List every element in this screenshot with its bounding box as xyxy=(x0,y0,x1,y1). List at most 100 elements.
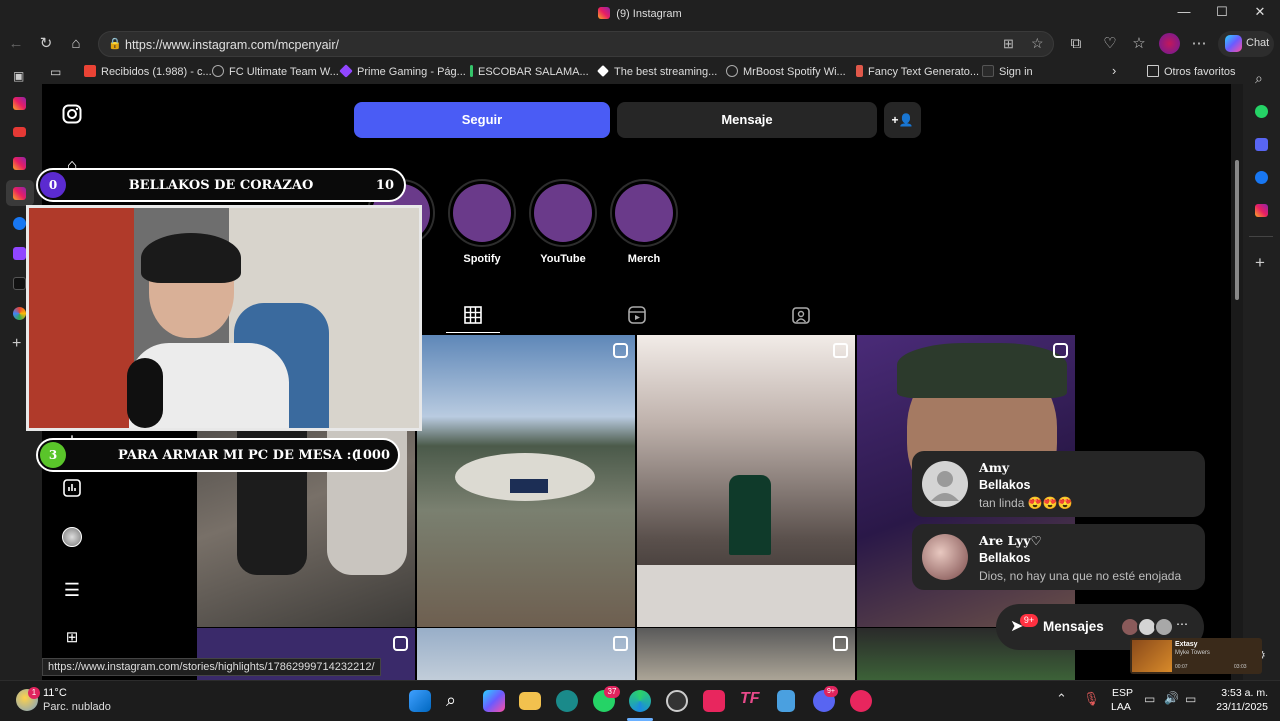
site-info-icon[interactable]: 🔒 xyxy=(108,37,122,50)
battery-icon[interactable]: ▭ xyxy=(1185,692,1196,706)
tab-facebook-icon[interactable] xyxy=(13,217,26,230)
tab-instagram-active-icon[interactable] xyxy=(13,187,26,200)
copilot-icon xyxy=(1225,35,1242,52)
tf-app-icon[interactable]: TF xyxy=(740,690,760,708)
bookmark-item[interactable]: Fancy Text Generato... xyxy=(856,65,979,78)
globe-icon xyxy=(726,65,738,77)
nav-apps-grid-icon[interactable]: ⊞ xyxy=(61,627,83,649)
bookmark-item[interactable]: MrBoost Spotify Wi... xyxy=(726,65,846,78)
sidebar-search-icon[interactable]: ⌕ xyxy=(1255,70,1263,87)
highlight-youtube[interactable]: YouTube xyxy=(529,179,597,265)
more-menu-icon[interactable]: ⋯ xyxy=(1188,34,1210,56)
tab-tiktok-icon[interactable] xyxy=(13,277,26,290)
profile-avatar[interactable] xyxy=(1159,33,1180,54)
window-title: (9) Instagram xyxy=(0,7,1280,20)
post-tile[interactable] xyxy=(417,628,635,680)
reading-list-icon[interactable]: ▭ xyxy=(50,65,61,79)
network-icon[interactable]: ▭ xyxy=(1144,692,1155,706)
microphone-icon[interactable]: 🎙 xyxy=(1083,691,1100,707)
taskbar-search-icon[interactable]: ⌕ xyxy=(446,690,456,711)
steam-icon[interactable] xyxy=(666,690,688,712)
post-tile[interactable] xyxy=(637,628,855,680)
favorite-star-icon[interactable]: ☆ xyxy=(1031,35,1044,52)
tab-youtube-icon[interactable] xyxy=(13,127,26,137)
app-available-icon[interactable]: ⊞ xyxy=(1003,36,1014,52)
discord-badge: 9+ xyxy=(824,686,838,697)
bookmark-item[interactable]: FC Ultimate Team W... xyxy=(212,65,339,78)
close-button[interactable]: ✕ xyxy=(1246,4,1274,24)
nav-dashboard-icon[interactable] xyxy=(61,479,83,501)
highlight-merch[interactable]: Merch xyxy=(610,179,678,265)
user-avatar xyxy=(922,534,968,580)
bookmark-item[interactable]: ESCOBAR SALAMA... xyxy=(470,65,589,78)
maximize-button[interactable]: ☐ xyxy=(1208,4,1236,24)
sidebar-add-icon[interactable]: + xyxy=(1255,253,1265,273)
notification-username: Are Lyy♡ xyxy=(979,533,1042,548)
post-tile[interactable] xyxy=(637,335,855,627)
extensions-icon[interactable]: ⧉ xyxy=(1065,34,1087,56)
tab-reels-icon[interactable] xyxy=(627,306,647,326)
bookmark-item[interactable]: Prime Gaming - Pág... xyxy=(339,64,466,78)
address-bar[interactable]: 🔒 https://www.instagram.com/mcpenyair/ ⊞… xyxy=(98,31,1054,57)
system-tray-chevron-icon[interactable]: ⌃ xyxy=(1056,691,1067,707)
volume-icon[interactable]: 🔊 xyxy=(1164,691,1179,705)
post-image xyxy=(510,479,548,493)
post-tile[interactable] xyxy=(417,335,635,627)
post-image xyxy=(729,475,771,555)
favorites-icon[interactable]: ☆ xyxy=(1128,34,1150,56)
start-windows-icon[interactable] xyxy=(409,690,431,712)
page-scrollbar[interactable] xyxy=(1231,84,1243,680)
bookmark-item[interactable]: Sign in xyxy=(982,65,1033,78)
tab-twitch-icon[interactable] xyxy=(13,247,26,260)
notepad-icon[interactable] xyxy=(777,690,795,712)
bookmark-item[interactable]: Recibidos (1.988) - c... xyxy=(84,65,212,78)
webcam-image xyxy=(29,208,134,428)
bookmark-label: FC Ultimate Team W... xyxy=(229,66,339,78)
tiktok-app-icon[interactable] xyxy=(703,690,725,712)
refresh-icon[interactable]: ↻ xyxy=(35,34,57,56)
keyboard-layout[interactable]: LAA xyxy=(1111,701,1131,713)
tab-instagram-icon[interactable] xyxy=(13,157,26,170)
sway-app-icon[interactable] xyxy=(556,690,578,712)
copilot-chat-button[interactable]: Chat xyxy=(1218,31,1274,57)
clock-date[interactable]: 23/11/2025 xyxy=(1206,701,1268,713)
language-indicator[interactable]: ESP xyxy=(1112,687,1133,699)
post-image xyxy=(637,565,855,627)
bookmark-item[interactable]: The best streaming... xyxy=(597,65,717,78)
url-text[interactable]: https://www.instagram.com/mcpenyair/ xyxy=(125,38,339,52)
media-player-icon[interactable] xyxy=(850,690,872,712)
browser-essentials-icon[interactable]: ♡ xyxy=(1099,34,1121,56)
copilot-app-icon[interactable] xyxy=(483,690,505,712)
sidebar-discord-icon[interactable] xyxy=(1255,138,1268,151)
back-icon[interactable]: ← xyxy=(5,34,27,56)
highlight-spotify[interactable]: Spotify xyxy=(448,179,516,265)
follow-button[interactable]: Seguir xyxy=(354,102,610,138)
streaming-site-icon xyxy=(597,65,609,77)
minimize-button[interactable]: — xyxy=(1170,4,1198,24)
tab-posts-grid-icon[interactable] xyxy=(463,306,483,326)
instagram-logo-icon[interactable] xyxy=(61,104,83,126)
carousel-icon xyxy=(833,636,848,651)
goal-target: 10 xyxy=(375,178,394,193)
tab-actions-icon[interactable]: ▣ xyxy=(13,69,24,83)
weather-description[interactable]: Parc. nublado xyxy=(43,701,111,713)
home-icon[interactable]: ⌂ xyxy=(65,34,87,56)
other-favorites-folder[interactable]: Otros favoritos xyxy=(1147,65,1236,78)
nav-more-menu-icon[interactable]: ☰ xyxy=(61,579,83,601)
sidebar-facebook-icon[interactable] xyxy=(1255,171,1268,184)
bookmarks-overflow-chevron-icon[interactable]: › xyxy=(1112,63,1116,78)
message-button[interactable]: Mensaje xyxy=(617,102,877,138)
tab-google-icon[interactable] xyxy=(13,307,26,320)
file-explorer-icon[interactable] xyxy=(519,692,541,710)
new-tab-plus-icon[interactable]: + xyxy=(12,335,21,353)
tab-tagged-icon[interactable] xyxy=(791,306,811,326)
nav-profile-avatar[interactable] xyxy=(62,527,82,547)
tab-instagram-icon[interactable] xyxy=(13,97,26,110)
edge-browser-icon[interactable] xyxy=(629,690,651,712)
sidebar-whatsapp-icon[interactable] xyxy=(1255,105,1268,118)
sidebar-instagram-icon[interactable] xyxy=(1255,204,1268,217)
scrollbar-thumb[interactable] xyxy=(1235,160,1239,300)
weather-temperature[interactable]: 11°C xyxy=(43,687,67,699)
clock-time[interactable]: 3:53 a. m. xyxy=(1210,687,1268,699)
suggest-friends-button[interactable]: +👤 xyxy=(884,102,921,138)
